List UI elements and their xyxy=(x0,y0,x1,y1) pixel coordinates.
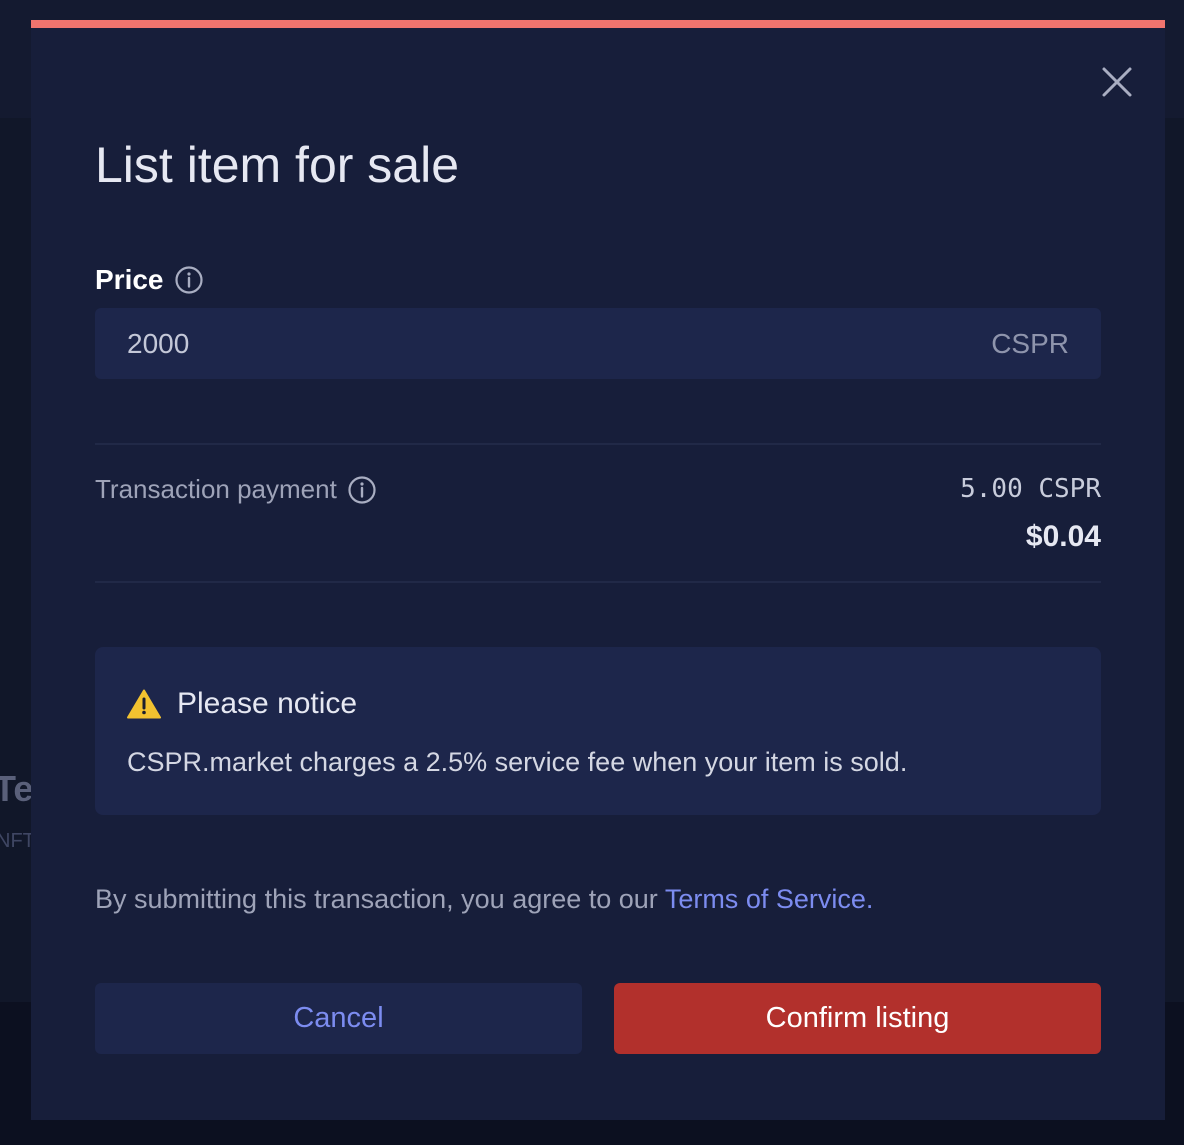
background-subtitle: NFT xyxy=(0,830,35,852)
price-label-row: Price xyxy=(95,264,204,296)
price-input[interactable] xyxy=(95,308,955,379)
confirm-listing-button[interactable]: Confirm listing xyxy=(614,983,1101,1054)
close-button[interactable] xyxy=(1099,64,1135,100)
background-title: Te xyxy=(0,768,34,809)
notice-header: Please notice xyxy=(127,687,357,721)
divider-top xyxy=(95,443,1101,445)
transaction-label-row: Transaction payment xyxy=(95,474,377,505)
transaction-info-icon[interactable] xyxy=(347,475,377,505)
price-label: Price xyxy=(95,264,164,295)
transaction-amount-cspr: 5.00 CSPR xyxy=(960,474,1101,504)
close-icon xyxy=(1102,67,1132,97)
modal-title: List item for sale xyxy=(95,137,460,193)
price-info-icon[interactable] xyxy=(174,265,204,295)
terms-of-service-link[interactable]: Terms of Service. xyxy=(665,884,874,914)
divider-bottom xyxy=(95,581,1101,583)
notice-body: CSPR.market charges a 2.5% service fee w… xyxy=(127,747,908,777)
service-fee-notice: Please notice CSPR.market charges a 2.5%… xyxy=(95,647,1101,815)
warning-icon xyxy=(127,689,161,719)
modal-accent-bar xyxy=(31,20,1165,28)
transaction-amount-usd: $0.04 xyxy=(1025,520,1101,553)
cancel-button[interactable]: Cancel xyxy=(95,983,582,1054)
transaction-payment-label: Transaction payment xyxy=(95,474,337,504)
price-field: CSPR xyxy=(95,308,1101,379)
terms-agreement-prefix: By submitting this transaction, you agre… xyxy=(95,884,665,914)
price-currency-unit: CSPR xyxy=(991,328,1069,359)
terms-agreement: By submitting this transaction, you agre… xyxy=(95,884,873,915)
notice-title: Please notice xyxy=(177,687,358,720)
list-item-modal: List item for sale Price CSPR Transactio… xyxy=(31,20,1165,1120)
